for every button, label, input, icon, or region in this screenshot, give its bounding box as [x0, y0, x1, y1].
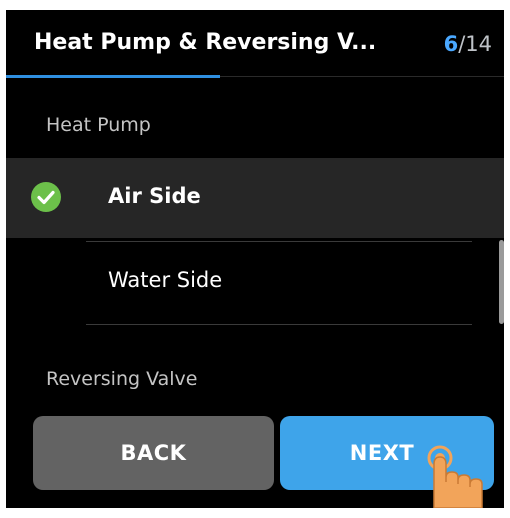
option-water-side-label: Water Side — [108, 268, 223, 292]
screen: Heat Pump & Reversing V... 6/14 Heat Pum… — [6, 10, 504, 508]
check-circle-icon — [31, 182, 61, 212]
progress-bar — [6, 75, 220, 78]
step-counter: 6/14 — [444, 32, 492, 56]
section-reversing-valve-label: Reversing Valve — [46, 368, 198, 390]
step-current: 6 — [443, 32, 459, 56]
back-button[interactable]: BACK — [33, 416, 274, 490]
option-water-side[interactable]: Water Side — [6, 242, 504, 322]
section-heat-pump-label: Heat Pump — [46, 114, 151, 136]
scrollbar[interactable] — [499, 240, 504, 324]
option-air-side[interactable]: Air Side — [6, 158, 504, 238]
divider — [86, 324, 472, 325]
tap-hand-icon — [427, 445, 483, 508]
option-air-side-label: Air Side — [108, 184, 201, 208]
page-title: Heat Pump & Reversing V... — [34, 30, 377, 55]
header: Heat Pump & Reversing V... 6/14 — [6, 10, 504, 86]
step-total: /14 — [458, 32, 492, 56]
back-button-label: BACK — [120, 441, 187, 465]
